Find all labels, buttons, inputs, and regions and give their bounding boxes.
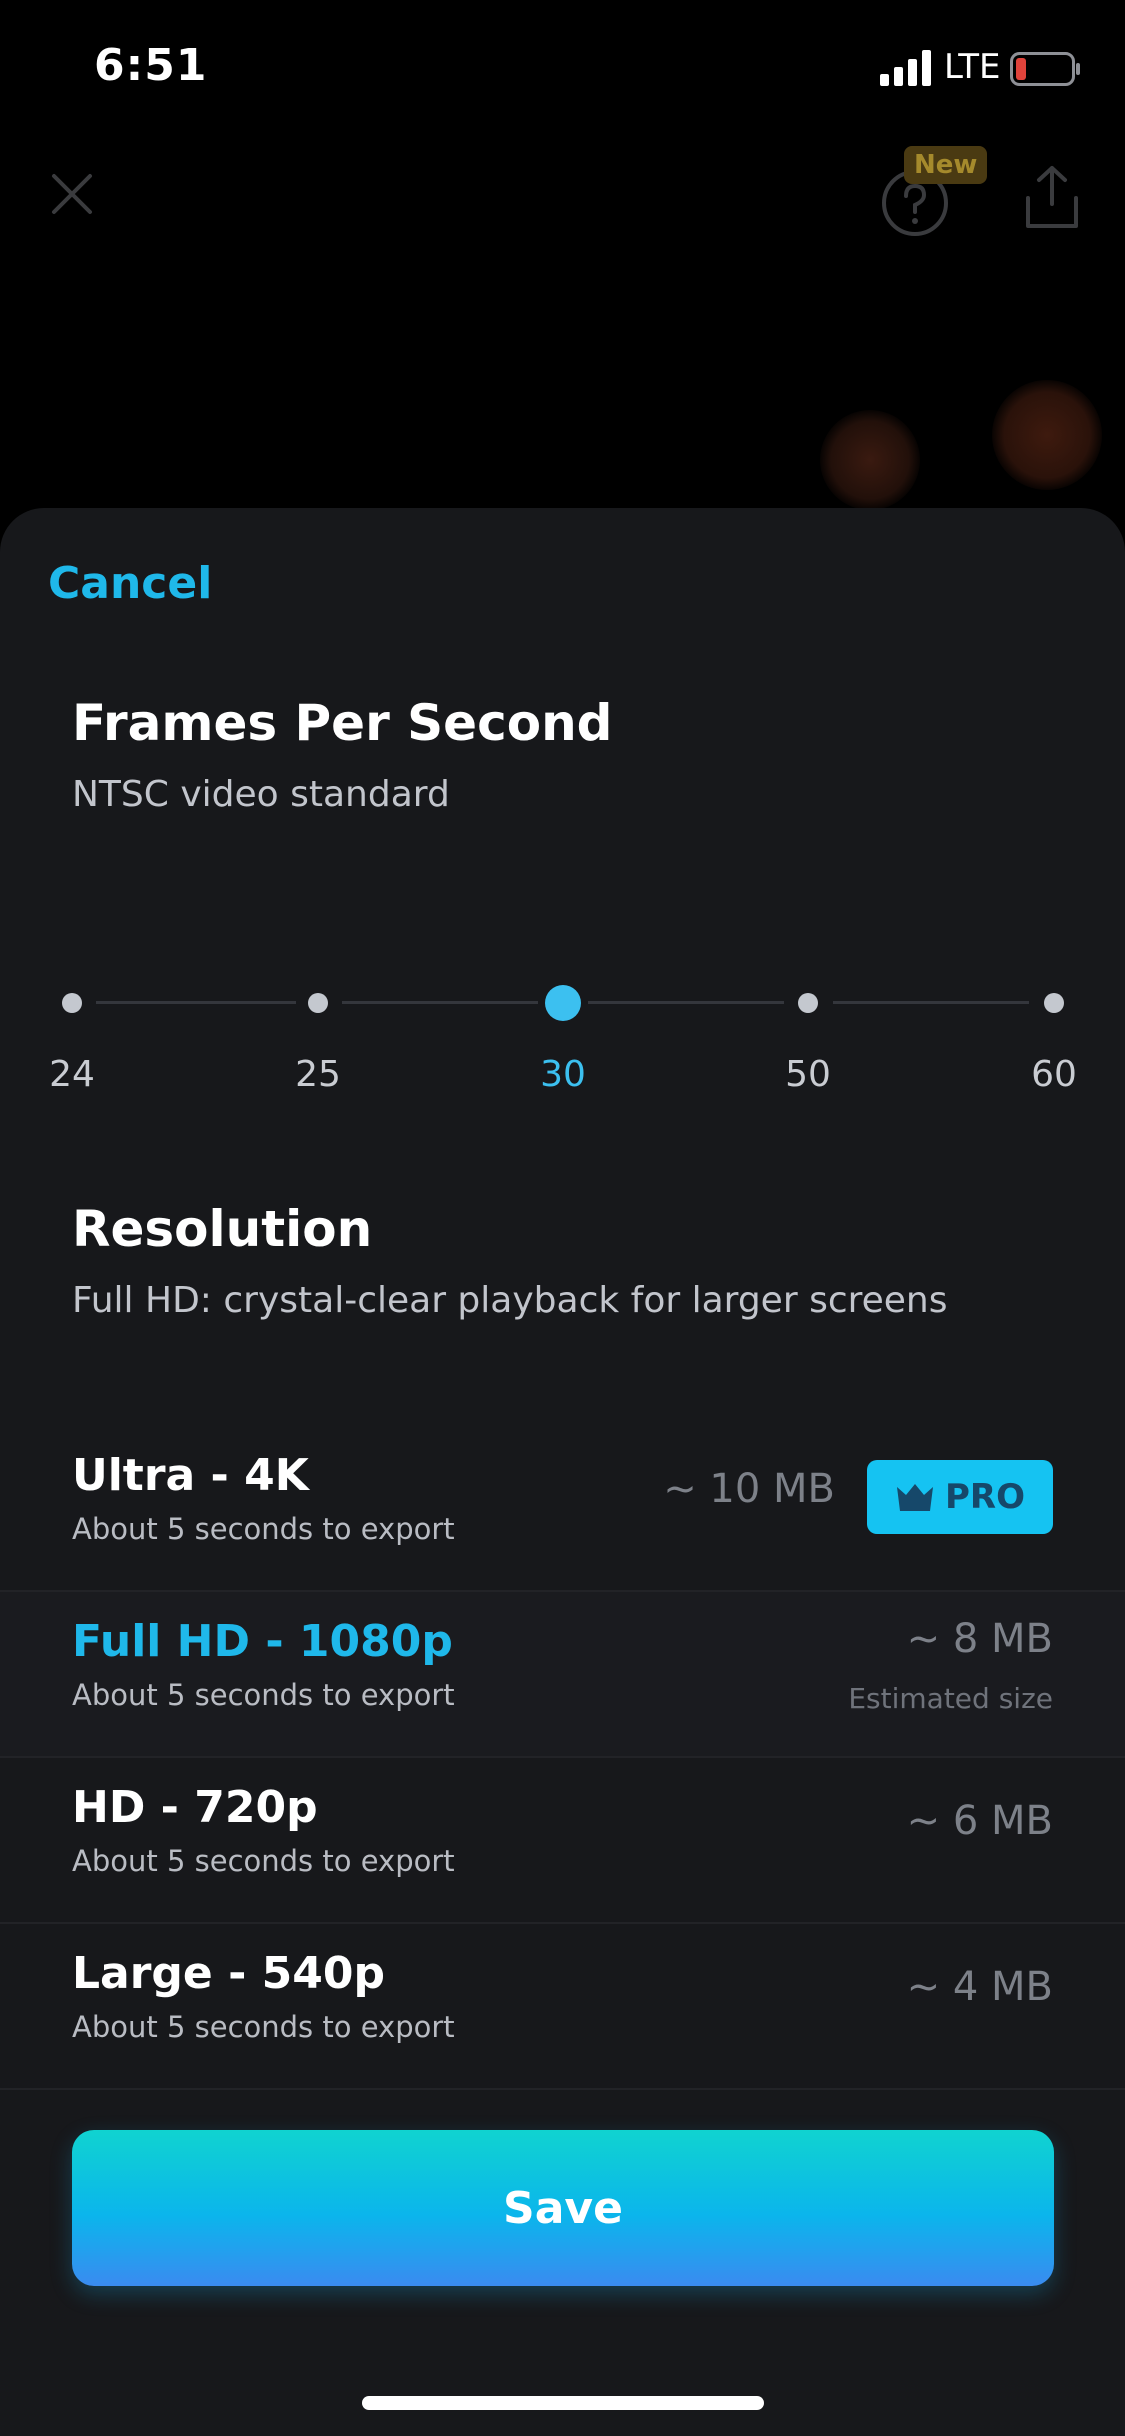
home-indicator: [362, 2396, 764, 2410]
fps-stop-60[interactable]: [1044, 993, 1064, 1013]
slider-track: [588, 1001, 784, 1004]
file-size: ~ 6 MB: [906, 1798, 1053, 1844]
fps-label-selected[interactable]: 30: [540, 1054, 586, 1095]
resolution-option-540p[interactable]: Large - 540p About 5 seconds to export ~…: [0, 1924, 1125, 2090]
slider-track: [342, 1001, 538, 1004]
close-icon[interactable]: [50, 172, 94, 216]
resolution-name: Full HD - 1080p: [72, 1616, 453, 1667]
fps-stop-24[interactable]: [62, 993, 82, 1013]
resolution-name: Large - 540p: [72, 1948, 386, 1999]
resolution-name: Ultra - 4K: [72, 1450, 309, 1501]
save-button[interactable]: Save: [72, 2130, 1054, 2286]
resolution-option-4k[interactable]: Ultra - 4K About 5 seconds to export ~ 1…: [0, 1426, 1125, 1592]
network-label: LTE: [944, 47, 1001, 87]
status-bar: 6:51 LTE: [0, 0, 1125, 140]
export-settings-sheet: Cancel Frames Per Second NTSC video stan…: [0, 508, 1125, 2436]
fps-stop-50[interactable]: [798, 993, 818, 1013]
resolution-name: HD - 720p: [72, 1782, 318, 1833]
resolution-option-1080p[interactable]: Full HD - 1080p About 5 seconds to expor…: [0, 1592, 1125, 1758]
resolution-option-720p[interactable]: HD - 720p About 5 seconds to export ~ 6 …: [0, 1758, 1125, 1924]
resolution-title: Resolution: [72, 1200, 373, 1258]
status-time: 6:51: [94, 40, 208, 91]
resolution-subtitle: Full HD: crystal-clear playback for larg…: [72, 1280, 948, 1321]
fps-label[interactable]: 24: [49, 1054, 95, 1095]
signal-icon: [880, 50, 931, 86]
slider-track: [833, 1001, 1029, 1004]
fps-stop-30[interactable]: [545, 985, 581, 1021]
estimated-size-note: Estimated size: [848, 1682, 1053, 1715]
battery-icon: [1010, 52, 1080, 86]
fps-label[interactable]: 25: [295, 1054, 341, 1095]
cancel-button[interactable]: Cancel: [48, 558, 212, 609]
export-time: About 5 seconds to export: [72, 1512, 455, 1546]
pro-badge[interactable]: PRO: [867, 1460, 1053, 1534]
fps-title: Frames Per Second: [72, 694, 613, 752]
file-size: ~ 8 MB: [906, 1616, 1053, 1662]
new-badge: New: [904, 146, 988, 184]
resolution-list: Ultra - 4K About 5 seconds to export ~ 1…: [0, 1426, 1125, 2090]
slider-track: [96, 1001, 296, 1004]
fps-stop-25[interactable]: [308, 993, 328, 1013]
export-time: About 5 seconds to export: [72, 2010, 455, 2044]
crown-icon: [896, 1484, 933, 1511]
fps-label[interactable]: 60: [1031, 1054, 1077, 1095]
save-label: Save: [503, 2182, 623, 2234]
file-size: ~ 4 MB: [906, 1964, 1053, 2010]
export-time: About 5 seconds to export: [72, 1678, 455, 1712]
share-icon[interactable]: [1022, 164, 1082, 230]
fps-label[interactable]: 50: [785, 1054, 831, 1095]
fps-subtitle: NTSC video standard: [72, 774, 450, 815]
pro-label: PRO: [944, 1477, 1025, 1517]
export-time: About 5 seconds to export: [72, 1844, 455, 1878]
background-preview: [0, 130, 1125, 530]
file-size: ~ 10 MB: [663, 1466, 835, 1512]
fps-slider[interactable]: 24 25 30 50 60: [48, 954, 1078, 1095]
background-glow: [992, 380, 1102, 490]
background-glow: [820, 410, 920, 510]
